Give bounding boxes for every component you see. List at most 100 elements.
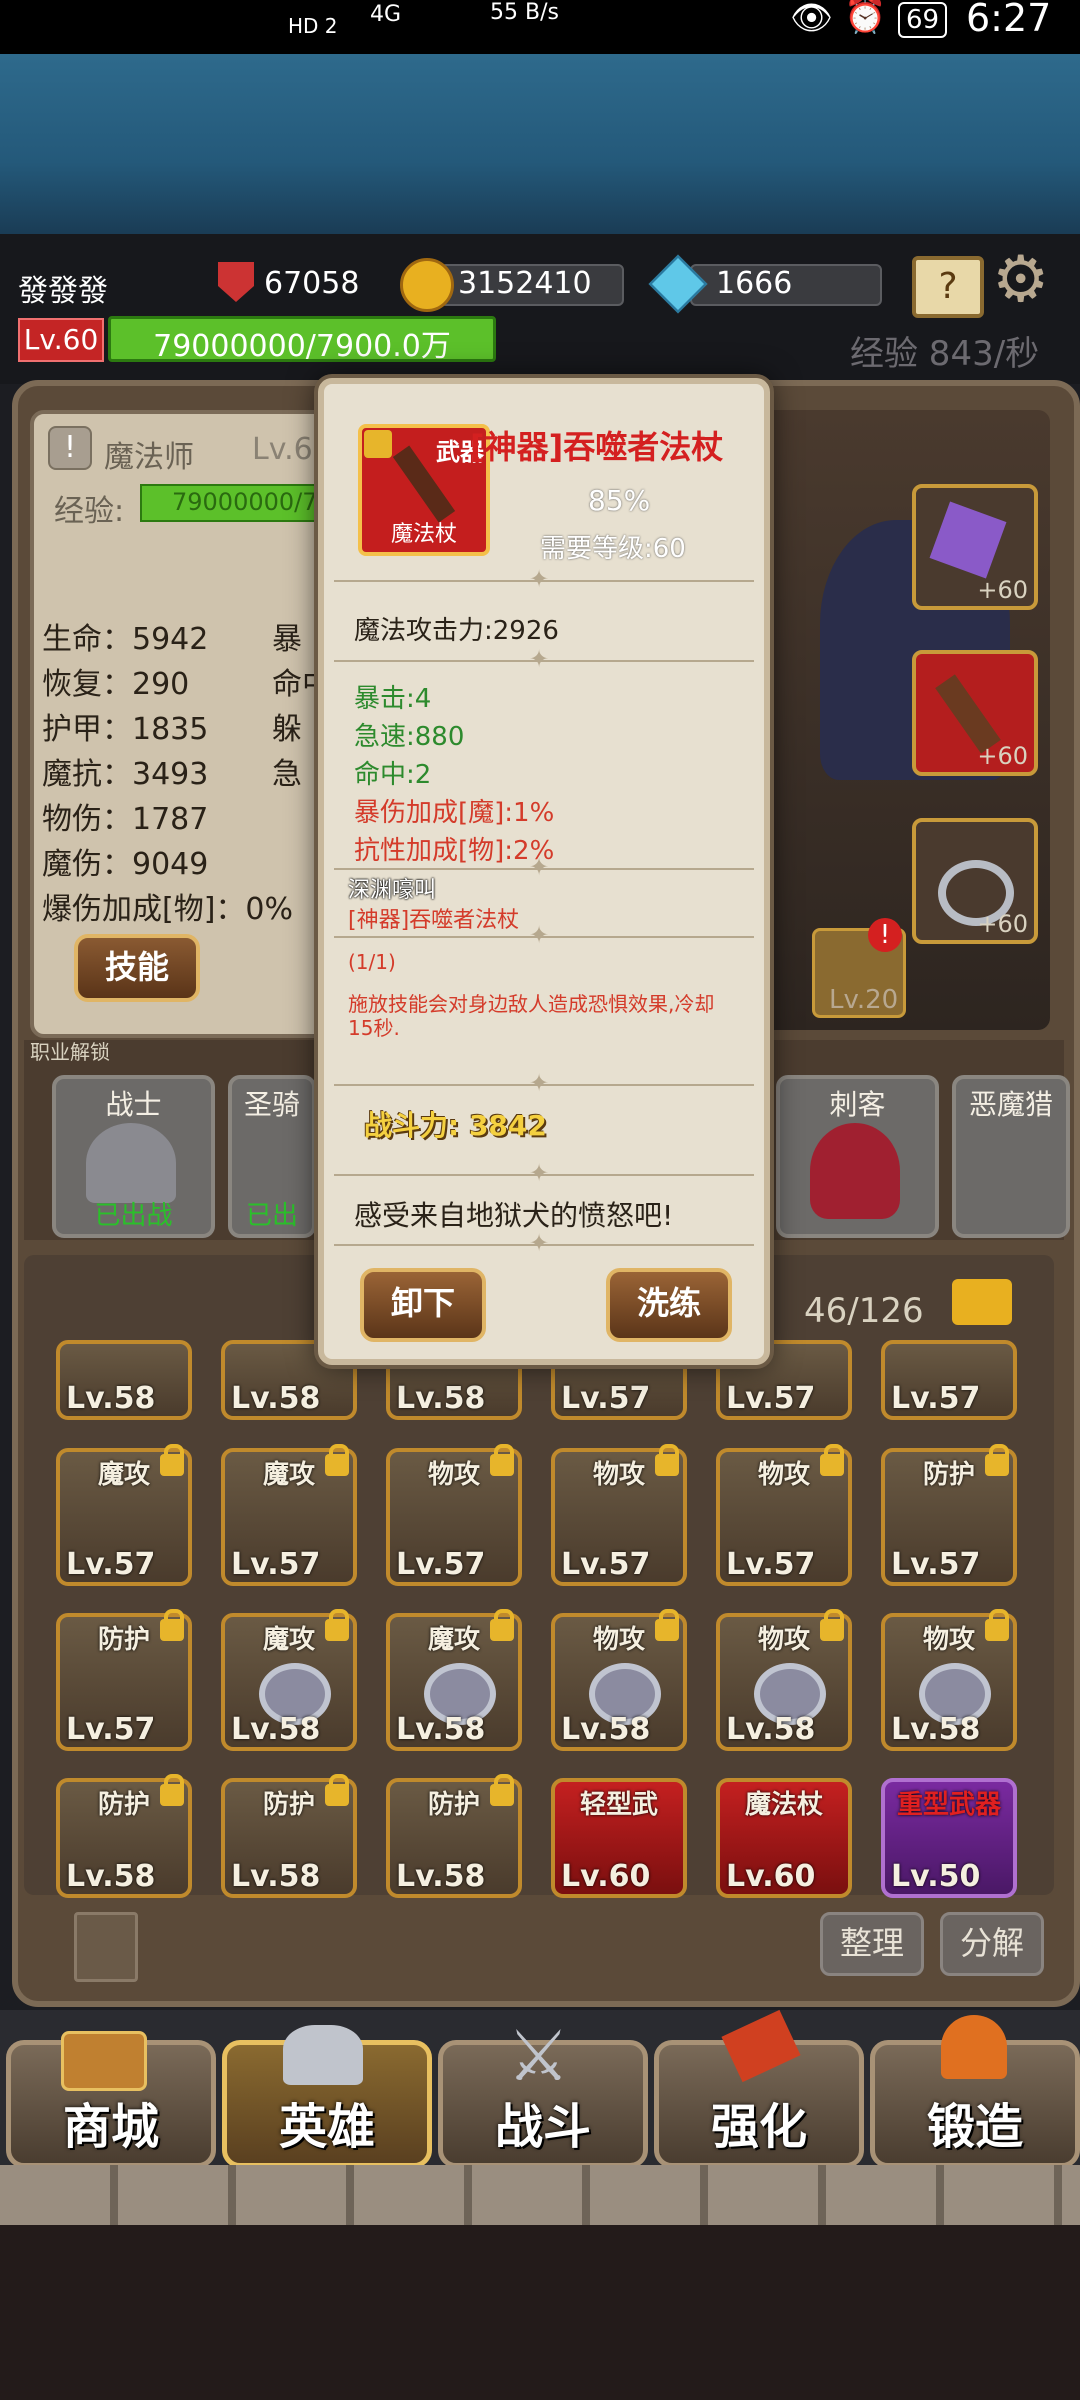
nav-forge[interactable]: 锻造 [870, 2015, 1080, 2168]
equip-slot-necklace[interactable]: +60 [912, 484, 1038, 610]
gold-coin-icon[interactable] [400, 258, 454, 312]
nav-label: 商城 [62, 2099, 159, 2155]
class-status: 已出 [245, 1201, 298, 1231]
quest-book-icon[interactable]: ? [912, 256, 984, 318]
inventory-tab-icon[interactable] [74, 1912, 138, 1982]
item-detail-popup: 武器 魔法杖 [神器]吞噬者法杖 85% 需要等级:60 魔法攻击力:2926 … [318, 378, 770, 1365]
class-card-demon-hunter[interactable]: 恶魔猎 [952, 1075, 1070, 1238]
equip-slot-weapon[interactable]: +60 [912, 650, 1038, 776]
item-stat-hit: 命中:2 [354, 760, 432, 790]
nav-enhance[interactable]: 强化 [654, 2009, 864, 2168]
diamond-value: 1666 [716, 266, 793, 301]
crossed-swords-icon: ⚔ [507, 2015, 570, 2097]
inventory-item[interactable]: 魔攻 Lv.58 [386, 1609, 522, 1751]
inventory-item[interactable]: Lv.58 [56, 1340, 192, 1420]
inventory-item[interactable]: 物攻 Lv.58 [551, 1609, 687, 1751]
inventory-count: 46/126 [804, 1291, 924, 1331]
nav-hero[interactable]: 英雄 [222, 2025, 432, 2168]
exp-bar: 79000000/7900.0万 [108, 316, 496, 364]
info-icon[interactable]: ! [48, 426, 92, 470]
divider [334, 921, 754, 949]
combat-power: 战斗力: 3842 [364, 1109, 547, 1142]
settings-gear-icon[interactable]: ⚙ [992, 248, 1049, 312]
floor-decoration [0, 2225, 1080, 2400]
inventory-item[interactable]: 轻型武 Lv.60 [551, 1778, 687, 1898]
item-level: Lv.58 [66, 1859, 156, 1894]
inventory-item[interactable]: 物攻 Lv.58 [716, 1609, 852, 1751]
set-effect: 施放技能会对身边敌人造成恐惧效果,冷却15秒. [348, 992, 715, 1040]
treasure-chest-icon [61, 2031, 147, 2091]
slot-enhance-level: +60 [977, 910, 1028, 938]
item-level: Lv.58 [66, 1381, 156, 1416]
inventory-item[interactable]: 物攻 Lv.57 [386, 1444, 522, 1586]
unequip-button[interactable]: 卸下 [360, 1268, 486, 1342]
anvil-icon [941, 2015, 1007, 2079]
item-name: [神器]吞噬者法杖 [470, 428, 724, 466]
inventory-item[interactable]: 魔攻 Lv.58 [221, 1609, 357, 1751]
lock-icon [655, 1609, 679, 1641]
lock-icon [490, 1774, 514, 1806]
inventory-item[interactable]: 物攻 Lv.58 [881, 1609, 1017, 1751]
item-type: 魔法杖 [744, 1790, 823, 1820]
class-card-warrior[interactable]: 战士 已出战 [52, 1075, 215, 1238]
class-unlock-label: 职业解锁 [30, 1040, 110, 1064]
inventory-item[interactable]: 魔攻 Lv.57 [221, 1444, 357, 1586]
divider [334, 565, 754, 593]
divider [334, 1069, 754, 1097]
item-stat-resist-bonus: 抗性加成[物]:2% [354, 836, 555, 866]
eye-icon: 👁 [790, 0, 834, 38]
reforge-button[interactable]: 洗练 [606, 1268, 732, 1342]
viking-helmet-icon [283, 2025, 363, 2085]
item-level: Lv.57 [891, 1381, 981, 1416]
stat-hp: 生命：5942 [42, 622, 209, 657]
inventory-item[interactable]: 魔法杖 Lv.60 [716, 1778, 852, 1898]
nav-shop[interactable]: 商城 [6, 2031, 216, 2168]
stat-haste-partial: 急 [272, 757, 302, 792]
item-level: Lv.57 [396, 1547, 486, 1582]
inventory-item[interactable]: Lv.57 [881, 1340, 1017, 1420]
divider [334, 853, 754, 881]
inventory-item[interactable]: 物攻 Lv.57 [716, 1444, 852, 1586]
skill-button[interactable]: 技能 [74, 934, 200, 1002]
player-name: 發發發 [18, 274, 108, 309]
stat-crit-bonus-phys: 爆伤加成[物]：0% [42, 892, 294, 927]
slot-enhance-level: +60 [977, 742, 1028, 770]
hero-class-name: 魔法师 [104, 440, 194, 475]
rune-level: Lv.20 [829, 985, 899, 1015]
inventory-item[interactable]: 魔攻 Lv.57 [56, 1444, 192, 1586]
class-card-assassin[interactable]: 刺客 [776, 1075, 939, 1238]
lock-icon [325, 1444, 349, 1476]
set-name: 深渊嚎叫 [348, 878, 437, 903]
stat-physical-dmg: 物伤：1787 [42, 802, 209, 837]
item-level: Lv.57 [561, 1547, 651, 1582]
set-progress: (1/1) [348, 950, 396, 974]
inventory-item[interactable]: 重型武器 Lv.50 [881, 1778, 1017, 1898]
equip-slot-ring[interactable]: +60 [912, 818, 1038, 944]
lock-icon [325, 1609, 349, 1641]
class-card-paladin[interactable]: 圣骑 已出 [228, 1075, 316, 1238]
world-scene-banner [0, 54, 1080, 234]
nav-label: 强化 [710, 2099, 807, 2155]
nav-label: 英雄 [278, 2099, 375, 2155]
inventory-item[interactable]: 防护 Lv.58 [221, 1774, 357, 1898]
decompose-button[interactable]: 分解 [940, 1912, 1044, 1976]
inventory-item[interactable]: 防护 Lv.58 [386, 1774, 522, 1898]
item-required-level: 需要等级:60 [540, 534, 686, 564]
player-level-badge: Lv.60 [18, 318, 104, 362]
item-level: Lv.58 [726, 1712, 816, 1747]
gold-value: 3152410 [458, 266, 592, 301]
player-info-bar: 發發發 67058 3152410 1666 ? ⚙ Lv.60 7900000… [0, 234, 1080, 384]
lock-icon[interactable] [364, 430, 392, 458]
divider [334, 1229, 754, 1257]
video-camera-icon[interactable] [952, 1279, 1012, 1325]
inventory-item[interactable]: 物攻 Lv.57 [551, 1444, 687, 1586]
hero-exp-bar: 79000000/7 [140, 484, 344, 522]
class-name: 恶魔猎 [968, 1088, 1053, 1121]
inventory-item[interactable]: 防护 Lv.57 [881, 1444, 1017, 1586]
sort-button[interactable]: 整理 [820, 1912, 924, 1976]
nav-battle[interactable]: ⚔ 战斗 [438, 2015, 648, 2168]
stone-wall-decoration [0, 2165, 1080, 2225]
lock-icon [820, 1444, 844, 1476]
inventory-item[interactable]: 防护 Lv.57 [56, 1609, 192, 1751]
inventory-item[interactable]: 防护 Lv.58 [56, 1774, 192, 1898]
